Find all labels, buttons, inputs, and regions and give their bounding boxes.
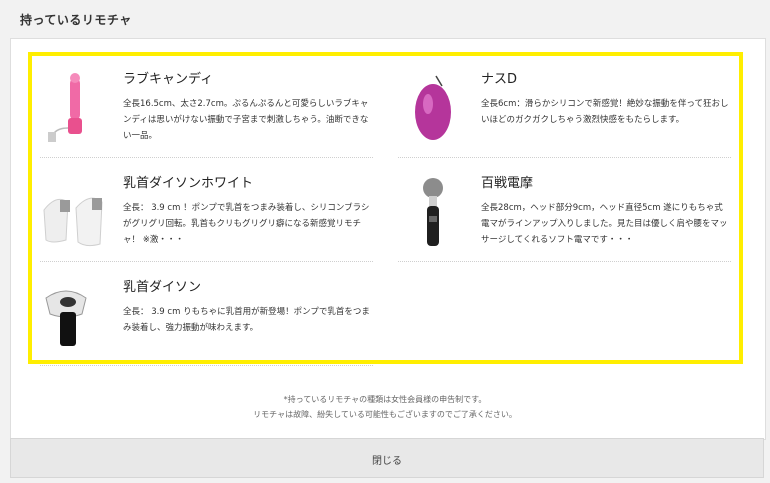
- modal-header: 持っているリモチャ: [0, 0, 770, 38]
- close-button[interactable]: 閉じる: [10, 438, 764, 478]
- footnote-line: *持っているリモチャの種類は女性会員様の申告制です。: [283, 395, 487, 404]
- divider: [40, 365, 373, 366]
- footnote: *持っているリモチャの種類は女性会員様の申告制です。 リモチャは故障、紛失してい…: [0, 392, 770, 422]
- modal-title: 持っているリモチャ: [20, 13, 132, 27]
- close-button-label: 閉じる: [372, 456, 402, 467]
- selection-highlight: [28, 52, 743, 364]
- footnote-line: リモチャは故障、紛失している可能性もございますのでご了承ください。: [253, 410, 517, 419]
